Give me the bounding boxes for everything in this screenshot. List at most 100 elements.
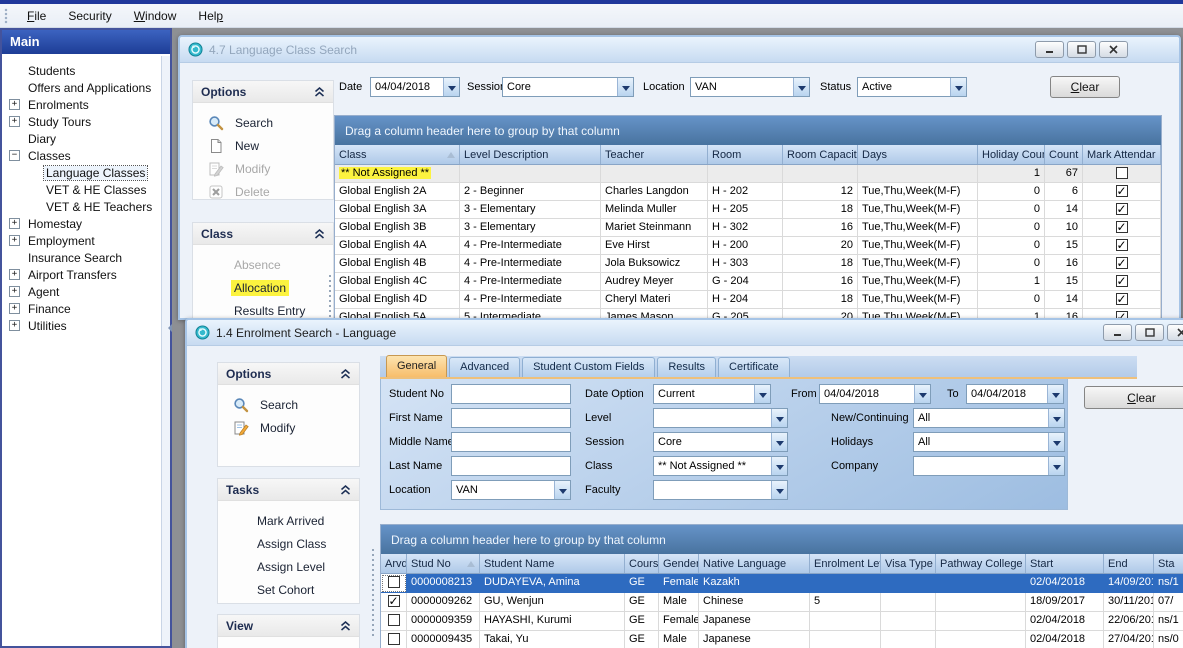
mark-attendance-checkbox[interactable] xyxy=(1116,185,1128,197)
from-date-combobox[interactable]: 04/04/2018 xyxy=(819,384,931,404)
sidebar-tree-item[interactable]: + Agent xyxy=(2,283,160,300)
tree-expander-icon[interactable] xyxy=(9,82,20,93)
close-button[interactable] xyxy=(1167,324,1183,341)
menu-item[interactable]: Security xyxy=(57,6,122,26)
class-panel-header[interactable]: Class xyxy=(193,223,333,245)
last-name-input[interactable] xyxy=(451,456,571,476)
search-action[interactable]: Search xyxy=(193,111,333,134)
to-date-combobox[interactable]: 04/04/2018 xyxy=(966,384,1064,404)
column-header-pathway-college[interactable]: Pathway College xyxy=(936,554,1026,573)
faculty-combobox[interactable] xyxy=(653,480,788,500)
column-header-level-description[interactable]: Level Description xyxy=(460,145,601,164)
sidebar-tree-item[interactable]: Language Classes xyxy=(2,164,160,181)
menu-item[interactable]: File xyxy=(16,6,57,26)
mark-attendance-checkbox[interactable] xyxy=(1116,257,1128,269)
date-option-combobox[interactable]: Current xyxy=(653,384,771,404)
view-panel-header[interactable]: View xyxy=(218,615,359,637)
tree-expander-icon[interactable] xyxy=(27,167,38,178)
tree-expander-icon[interactable] xyxy=(9,65,20,76)
sidebar-tree-item[interactable]: + Airport Transfers xyxy=(2,266,160,283)
sidebar-tree-item[interactable]: + Finance xyxy=(2,300,160,317)
dropdown-arrow-icon[interactable] xyxy=(1047,385,1063,403)
class-combobox[interactable]: ** Not Assigned ** xyxy=(653,456,788,476)
new-continuing-combobox[interactable]: All xyxy=(913,408,1065,428)
panel-splitter-handle[interactable] xyxy=(328,274,332,320)
minimize-button[interactable] xyxy=(1035,41,1064,58)
menu-item[interactable]: Help xyxy=(187,6,234,26)
column-header-room-capacity[interactable]: Room Capacity xyxy=(783,145,858,164)
tree-expander-icon[interactable]: + xyxy=(9,320,20,331)
mark-attendance-checkbox[interactable] xyxy=(1116,203,1128,215)
class-action-item[interactable]: Results Entry xyxy=(193,299,333,320)
tree-expander-icon[interactable]: + xyxy=(9,218,20,229)
dropdown-arrow-icon[interactable] xyxy=(771,433,787,451)
dropdown-arrow-icon[interactable] xyxy=(793,78,809,96)
session-filter-combobox[interactable]: Core xyxy=(502,77,634,97)
window-titlebar[interactable]: 4.7 Language Class Search xyxy=(180,37,1179,63)
sidebar-tree-item[interactable]: + Utilities xyxy=(2,317,160,334)
dropdown-arrow-icon[interactable] xyxy=(754,385,770,403)
arrived-checkbox[interactable] xyxy=(388,595,400,607)
task-item[interactable]: Mark Arrived xyxy=(218,509,359,532)
holidays-combobox[interactable]: All xyxy=(913,432,1065,452)
arrived-checkbox[interactable] xyxy=(388,614,400,626)
tab[interactable]: Results xyxy=(657,357,716,377)
tree-expander-icon[interactable] xyxy=(9,252,20,263)
menu-grip-handle[interactable] xyxy=(4,8,9,24)
dropdown-arrow-icon[interactable] xyxy=(771,457,787,475)
tree-expander-icon[interactable]: + xyxy=(9,286,20,297)
modify-action[interactable]: Modify xyxy=(218,416,359,439)
column-header-room[interactable]: Room xyxy=(708,145,783,164)
class-grid-row[interactable]: Global English 4D 4 - Pre-Intermediate C… xyxy=(335,291,1161,309)
sidebar-tree-item[interactable]: + Employment xyxy=(2,232,160,249)
class-grid-row[interactable]: Global English 4A 4 - Pre-Intermediate E… xyxy=(335,237,1161,255)
column-header-student-no[interactable]: Stud No xyxy=(407,554,480,573)
close-button[interactable] xyxy=(1099,41,1128,58)
minimize-button[interactable] xyxy=(1103,324,1132,341)
tab[interactable]: Advanced xyxy=(449,357,520,377)
sidebar-tree-item[interactable]: + Homestay xyxy=(2,215,160,232)
clear-button[interactable]: Clear xyxy=(1084,386,1183,409)
dropdown-arrow-icon[interactable] xyxy=(914,385,930,403)
tab[interactable]: General xyxy=(386,355,447,377)
mark-attendance-checkbox[interactable] xyxy=(1116,167,1128,179)
class-grid-row[interactable]: Global English 4B 4 - Pre-Intermediate J… xyxy=(335,255,1161,273)
column-header-native-language[interactable]: Native Language xyxy=(699,554,810,573)
column-header-enrolment-level[interactable]: Enrolment Level xyxy=(810,554,881,573)
class-action-item[interactable]: Absence xyxy=(193,253,333,276)
tree-expander-icon[interactable]: + xyxy=(9,116,20,127)
window-titlebar[interactable]: 1.4 Enrolment Search - Language xyxy=(187,320,1183,346)
class-grid-row[interactable]: Global English 3A 3 - Elementary Melinda… xyxy=(335,201,1161,219)
column-header-visa-type[interactable]: Visa Type xyxy=(881,554,936,573)
dropdown-arrow-icon[interactable] xyxy=(1048,409,1064,427)
dropdown-arrow-icon[interactable] xyxy=(1048,433,1064,451)
sidebar-collapse-strip[interactable] xyxy=(161,56,170,646)
company-combobox[interactable] xyxy=(913,456,1065,476)
column-header-student-name[interactable]: Student Name xyxy=(480,554,625,573)
student-no-input[interactable] xyxy=(451,384,571,404)
enrolment-grid-row[interactable]: 0000009435 Takai, Yu GE Male Japanese 02… xyxy=(381,631,1183,648)
arrived-checkbox[interactable] xyxy=(388,576,400,588)
tree-expander-icon[interactable] xyxy=(9,133,20,144)
dropdown-arrow-icon[interactable] xyxy=(443,78,459,96)
column-header-days[interactable]: Days xyxy=(858,145,978,164)
column-header-arrived[interactable]: Arvd xyxy=(381,554,407,573)
column-header-teacher[interactable]: Teacher xyxy=(601,145,708,164)
tree-expander-icon[interactable]: + xyxy=(9,235,20,246)
maximize-button[interactable] xyxy=(1135,324,1164,341)
task-item[interactable]: Set Cohort xyxy=(218,578,359,601)
sidebar-tree-item[interactable]: Offers and Applications xyxy=(2,79,160,96)
column-header-sta[interactable]: Sta xyxy=(1154,554,1183,573)
options-panel-header[interactable]: Options xyxy=(193,81,333,103)
class-grid-row[interactable]: Global English 2A 2 - Beginner Charles L… xyxy=(335,183,1161,201)
class-grid-row[interactable]: Global English 4C 4 - Pre-Intermediate A… xyxy=(335,273,1161,291)
dropdown-arrow-icon[interactable] xyxy=(771,409,787,427)
sidebar-tree-item[interactable]: + Study Tours xyxy=(2,113,160,130)
sidebar-tree-item[interactable]: Diary xyxy=(2,130,160,147)
enrolment-grid-row[interactable]: 0000009262 GU, Wenjun GE Male Chinese 5 … xyxy=(381,593,1183,612)
tree-expander-icon[interactable]: + xyxy=(9,269,20,280)
sidebar-tree-item[interactable]: Insurance Search xyxy=(2,249,160,266)
tab[interactable]: Certificate xyxy=(718,357,790,377)
first-name-input[interactable] xyxy=(451,408,571,428)
tree-expander-icon[interactable]: − xyxy=(9,150,20,161)
